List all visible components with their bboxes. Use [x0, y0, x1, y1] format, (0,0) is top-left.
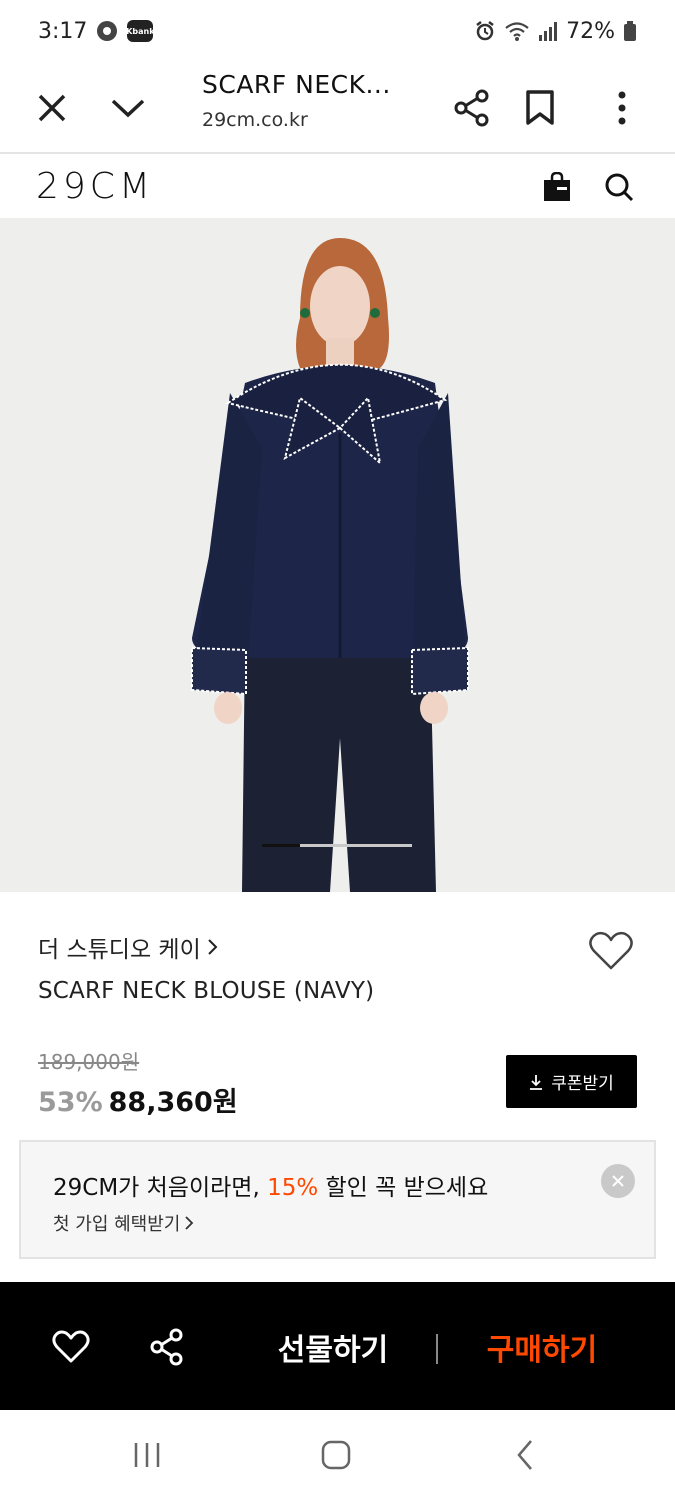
original-price: 189,000원 — [38, 1050, 140, 1074]
promo-signup-link[interactable]: 첫 가입 혜택받기 — [53, 1210, 194, 1236]
carousel-indicator-active — [262, 844, 300, 847]
battery-percent: 72% — [566, 18, 615, 44]
alarm-icon — [476, 21, 494, 41]
product-image[interactable] — [0, 218, 675, 892]
chevron-down-icon[interactable] — [100, 80, 156, 136]
chevron-right-icon — [208, 939, 218, 955]
site-header: 29CM — [0, 156, 675, 218]
battery-icon — [624, 21, 636, 41]
close-icon[interactable] — [24, 80, 80, 136]
page-title: SCARF NECK... — [202, 70, 391, 99]
wishlist-heart-icon[interactable] — [588, 930, 634, 976]
page-url: 29cm.co.kr — [202, 109, 308, 131]
promo-text-after: 할인 꼭 받으세요 — [318, 1175, 489, 1201]
share-icon[interactable] — [444, 80, 500, 136]
wifi-icon — [505, 22, 529, 41]
coupon-label: 쿠폰받기 — [551, 1074, 614, 1094]
more-options-icon[interactable] — [594, 80, 650, 136]
chrome-icon — [97, 21, 118, 41]
signal-icon — [539, 22, 558, 41]
status-bar: 3:17 Kbank 72% — [0, 0, 675, 62]
coupon-download-button[interactable]: 쿠폰받기 — [506, 1055, 637, 1108]
carousel-indicator — [262, 844, 412, 847]
product-photo-illustration — [191, 238, 469, 892]
recent-apps-icon[interactable] — [122, 1432, 172, 1478]
search-icon[interactable] — [598, 166, 640, 208]
signup-promo-banner[interactable]: 29CM가 처음이라면, 15% 할인 꼭 받으세요 첫 가입 혜택받기 — [19, 1140, 656, 1259]
purchase-action-bar: 선물하기 구매하기 — [0, 1282, 675, 1410]
promo-close-button[interactable] — [601, 1164, 635, 1198]
like-heart-icon[interactable] — [46, 1322, 96, 1372]
promo-sub-label: 첫 가입 혜택받기 — [53, 1214, 181, 1235]
home-icon[interactable] — [311, 1432, 361, 1478]
download-icon — [530, 1074, 543, 1090]
promo-highlight: 15% — [267, 1175, 319, 1201]
bookmark-icon[interactable] — [512, 80, 568, 136]
browser-title-block[interactable]: SCARF NECK... 29cm.co.kr — [202, 70, 391, 131]
brand-link[interactable]: 더 스튜디오 케이 — [38, 930, 219, 964]
browser-toolbar: SCARF NECK... 29cm.co.kr — [0, 62, 675, 154]
promo-text-before: 29CM가 처음이라면, — [53, 1175, 268, 1201]
sale-price: 88,360원 — [108, 1087, 238, 1118]
site-logo[interactable]: 29CM — [36, 166, 154, 207]
kbank-app-icon: Kbank — [126, 20, 155, 42]
share-icon[interactable] — [142, 1322, 192, 1372]
promo-text: 29CM가 처음이라면, 15% 할인 꼭 받으세요 — [53, 1168, 488, 1202]
close-icon — [612, 1175, 624, 1187]
buy-button[interactable]: 구매하기 — [472, 1322, 612, 1372]
action-divider — [436, 1334, 438, 1364]
price-row: 53% 88,360원 — [38, 1080, 238, 1119]
system-navigation-bar — [0, 1410, 675, 1500]
product-name: SCARF NECK BLOUSE (NAVY) — [38, 978, 375, 1004]
shopping-bag-icon[interactable] — [536, 166, 578, 208]
discount-rate: 53% — [38, 1087, 103, 1118]
chevron-right-icon — [185, 1216, 194, 1230]
brand-name: 더 스튜디오 케이 — [38, 937, 201, 963]
gift-button[interactable]: 선물하기 — [260, 1322, 406, 1372]
back-icon[interactable] — [500, 1432, 550, 1478]
status-time: 3:17 — [38, 18, 88, 44]
